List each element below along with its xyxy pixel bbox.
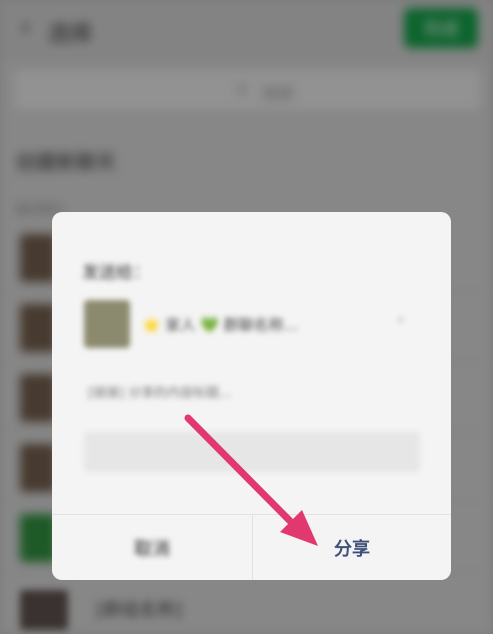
- list-item-label: [群组名称]: [96, 600, 183, 621]
- chevron-right-icon[interactable]: ›: [398, 312, 404, 328]
- recipient-avatar: [84, 300, 130, 348]
- cancel-button[interactable]: 取消: [52, 515, 252, 580]
- message-preview: [链接] 分享的内容标题...: [88, 386, 232, 401]
- recipient-name: ⭐ 家人 💚 群聊名称...: [142, 316, 298, 334]
- share-button[interactable]: 分享: [253, 515, 451, 580]
- message-input[interactable]: [84, 432, 420, 472]
- send-to-label: 发送给：: [82, 263, 150, 283]
- share-dialog: 发送给： ⭐ 家人 💚 群聊名称... › [链接] 分享的内容标题... 取消…: [52, 212, 451, 580]
- dialog-content: 发送给： ⭐ 家人 💚 群聊名称... › [链接] 分享的内容标题...: [52, 212, 451, 514]
- list-item[interactable]: [群组名称]: [0, 584, 493, 634]
- avatar: [20, 590, 68, 630]
